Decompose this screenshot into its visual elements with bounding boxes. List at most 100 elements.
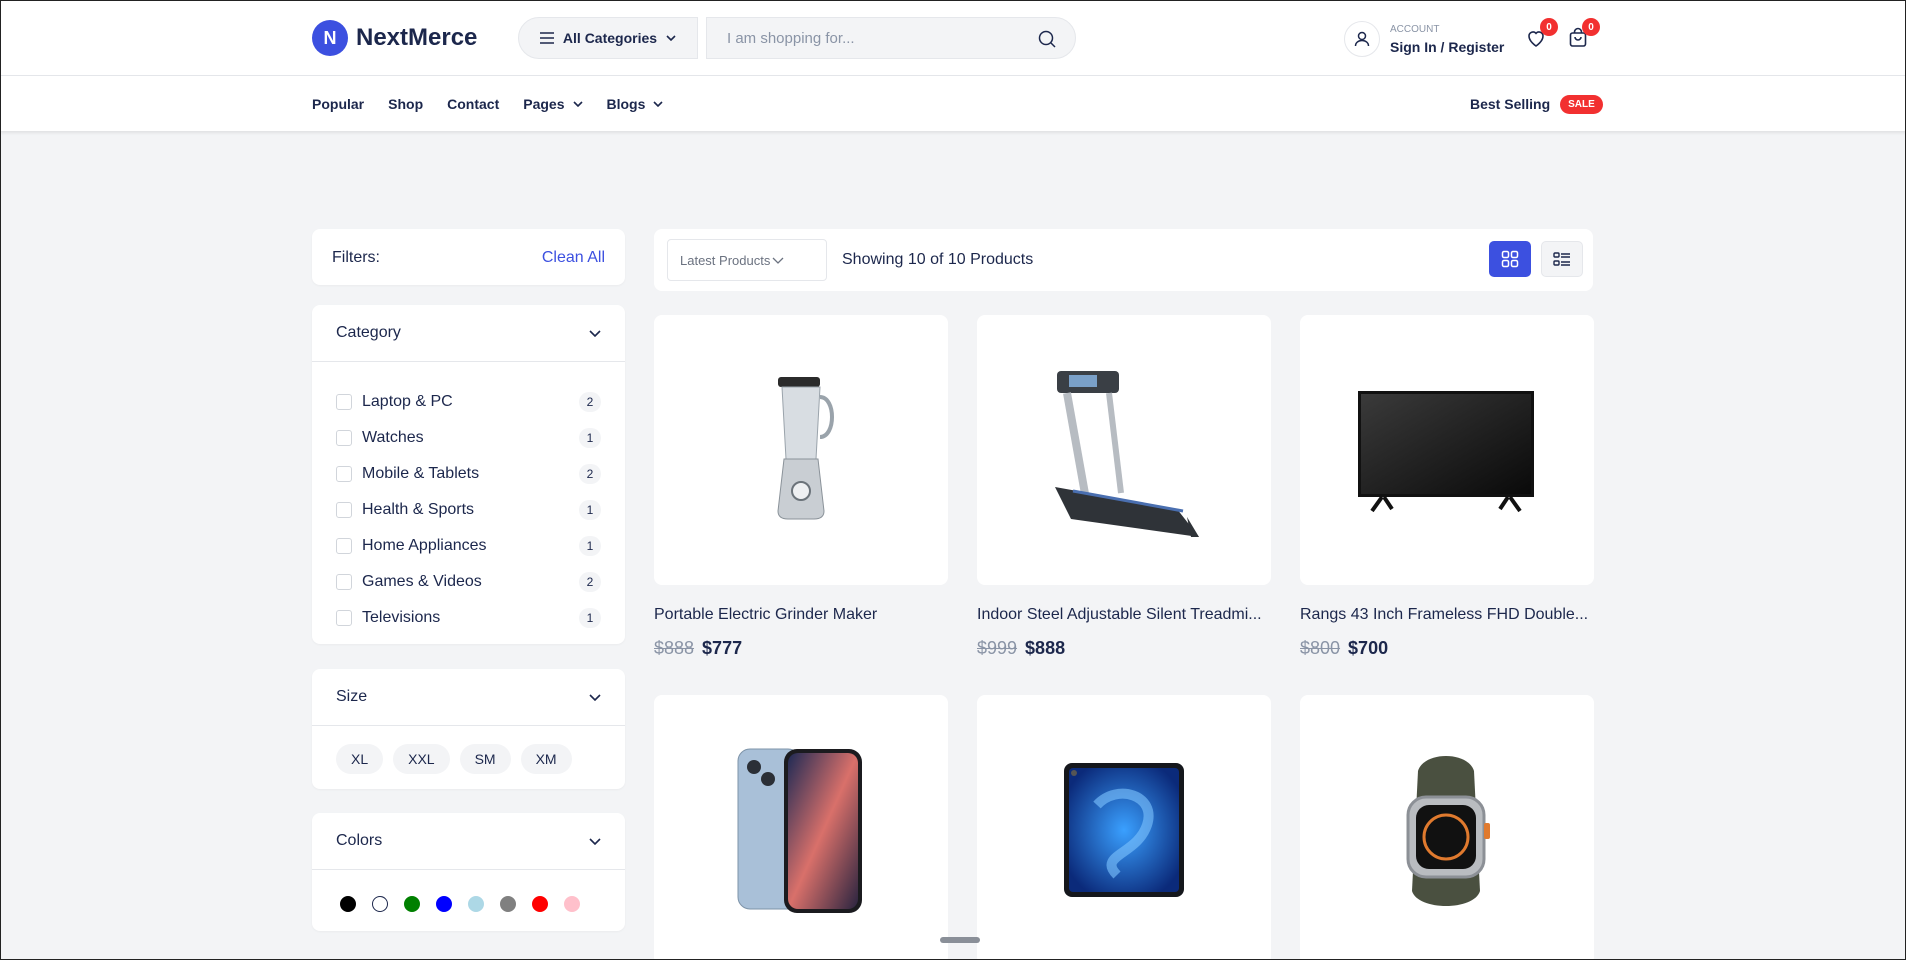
cart-count-badge: 0 <box>1582 18 1600 36</box>
color-swatch[interactable] <box>468 896 484 912</box>
nav-blogs[interactable]: Blogs <box>607 96 664 112</box>
nav-contact-label: Contact <box>447 95 500 112</box>
list-view-button[interactable] <box>1541 241 1583 277</box>
category-panel-toggle[interactable]: Category <box>312 305 625 362</box>
category-checkbox[interactable] <box>336 466 352 482</box>
nav-pages[interactable]: Pages <box>523 95 583 112</box>
product-current-price: $777 <box>702 638 743 658</box>
category-checkbox[interactable] <box>336 502 352 518</box>
category-item[interactable]: Home Appliances 1 <box>336 528 601 564</box>
treadmill-image <box>1055 371 1199 537</box>
search-icon[interactable] <box>1037 29 1057 49</box>
category-label: Games & Videos <box>362 573 482 590</box>
product-card[interactable] <box>654 695 948 960</box>
colors-panel-title: Colors <box>336 832 383 849</box>
category-item[interactable]: Games & Videos 2 <box>336 564 601 600</box>
grid-icon <box>1501 250 1519 268</box>
colors-panel-toggle[interactable]: Colors <box>312 813 625 870</box>
category-list: Laptop & PC 2 Watches 1 Mobile & Tablets 2 … <box>312 362 625 636</box>
size-option[interactable]: XM <box>520 744 572 774</box>
product-image[interactable] <box>654 695 948 960</box>
category-count: 2 <box>579 392 601 412</box>
product-title[interactable]: Portable Electric Grinder Maker <box>654 606 948 624</box>
search-bar <box>706 17 1076 59</box>
chevron-down-icon <box>772 257 784 264</box>
category-checkbox[interactable] <box>336 430 352 446</box>
product-card[interactable]: Indoor Steel Adjustable Silent Treadmi..… <box>977 315 1271 659</box>
product-toolbar: Latest Products Showing 10 of 10 Product… <box>654 229 1593 291</box>
nav-contact[interactable]: Contact <box>447 96 499 112</box>
wishlist-count-badge: 0 <box>1540 18 1558 36</box>
category-checkbox[interactable] <box>336 538 352 554</box>
color-swatch[interactable] <box>532 896 548 912</box>
product-price: $800 $700 <box>1300 638 1594 659</box>
scroll-indicator[interactable] <box>940 937 980 943</box>
category-checkbox[interactable] <box>336 610 352 626</box>
category-checkbox[interactable] <box>336 394 352 410</box>
product-image[interactable] <box>977 315 1271 585</box>
product-image[interactable] <box>654 315 948 585</box>
color-swatch[interactable] <box>404 896 420 912</box>
blender-image <box>777 377 834 520</box>
best-selling-link[interactable]: Best Selling SALE <box>1470 92 1603 116</box>
product-card[interactable] <box>977 695 1271 960</box>
color-swatch[interactable] <box>500 896 516 912</box>
results-count: Showing 10 of 10 Products <box>842 251 1034 268</box>
filters-header: Filters: Clean All <box>312 229 625 285</box>
category-item[interactable]: Watches 1 <box>336 420 601 456</box>
product-title[interactable]: Rangs 43 Inch Frameless FHD Double... <box>1300 606 1594 624</box>
search-input[interactable] <box>727 18 1027 58</box>
size-option[interactable]: XXL <box>393 744 450 774</box>
size-panel-toggle[interactable]: Size <box>312 669 625 726</box>
top-header: N NextMerce All Categories account Sign … <box>0 0 1906 76</box>
color-swatch[interactable] <box>340 896 356 912</box>
color-swatch[interactable] <box>564 896 580 912</box>
category-label: Mobile & Tablets <box>362 465 480 482</box>
nav-shop[interactable]: Shop <box>388 96 423 112</box>
grid-view-button[interactable] <box>1489 241 1531 277</box>
brand-logo[interactable]: N NextMerce <box>312 20 477 56</box>
clean-all-button[interactable]: Clean All <box>542 249 605 267</box>
category-count: 2 <box>579 572 601 592</box>
product-price: $888 $777 <box>654 638 948 659</box>
all-categories-button[interactable]: All Categories <box>518 17 698 59</box>
category-item[interactable]: Laptop & PC 2 <box>336 384 601 420</box>
product-image[interactable] <box>1300 315 1594 585</box>
wishlist-button[interactable]: 0 <box>1524 18 1558 50</box>
color-swatch[interactable] <box>436 896 452 912</box>
category-count: 1 <box>579 536 601 556</box>
product-card[interactable] <box>1300 695 1594 960</box>
sale-badge: SALE <box>1560 94 1603 114</box>
product-title[interactable]: Indoor Steel Adjustable Silent Treadmi..… <box>977 606 1271 624</box>
product-old-price: $888 <box>654 638 695 658</box>
menu-icon <box>539 32 554 44</box>
sort-select[interactable]: Latest Products <box>667 239 827 281</box>
list-icon <box>1553 252 1570 266</box>
product-card[interactable]: Portable Electric Grinder Maker $888 $77… <box>654 315 948 659</box>
best-selling-label: Best Selling <box>1470 96 1551 112</box>
category-item[interactable]: Health & Sports 1 <box>336 492 601 528</box>
chevron-down-icon <box>589 329 601 337</box>
category-item[interactable]: Televisions 1 <box>336 600 601 636</box>
cart-button[interactable]: 0 <box>1566 18 1600 50</box>
size-option[interactable]: SM <box>459 744 511 774</box>
account-menu[interactable]: account Sign In / Register <box>1344 20 1504 58</box>
main-navigation-bar: Popular Shop Contact Pages Blogs Best Se… <box>0 76 1906 131</box>
size-filter-panel: Size XL XXL SM XM <box>312 669 625 789</box>
size-option[interactable]: XL <box>336 744 384 774</box>
product-image[interactable] <box>977 695 1271 960</box>
brand-name: NextMerce <box>356 24 478 51</box>
category-count: 1 <box>579 428 601 448</box>
logo-mark-icon: N <box>312 20 348 56</box>
nav-popular[interactable]: Popular <box>312 96 364 112</box>
product-card[interactable]: Rangs 43 Inch Frameless FHD Double... $8… <box>1300 315 1594 659</box>
nav-pages-label: Pages <box>523 95 565 112</box>
category-item[interactable]: Mobile & Tablets 2 <box>336 456 601 492</box>
sign-in-register-link[interactable]: Sign In / Register <box>1390 39 1504 55</box>
category-label: Televisions <box>362 609 441 626</box>
product-image[interactable] <box>1300 695 1594 960</box>
color-swatches <box>312 870 625 912</box>
color-swatch[interactable] <box>372 896 388 912</box>
category-checkbox[interactable] <box>336 574 352 590</box>
tablet-image <box>1064 763 1184 897</box>
